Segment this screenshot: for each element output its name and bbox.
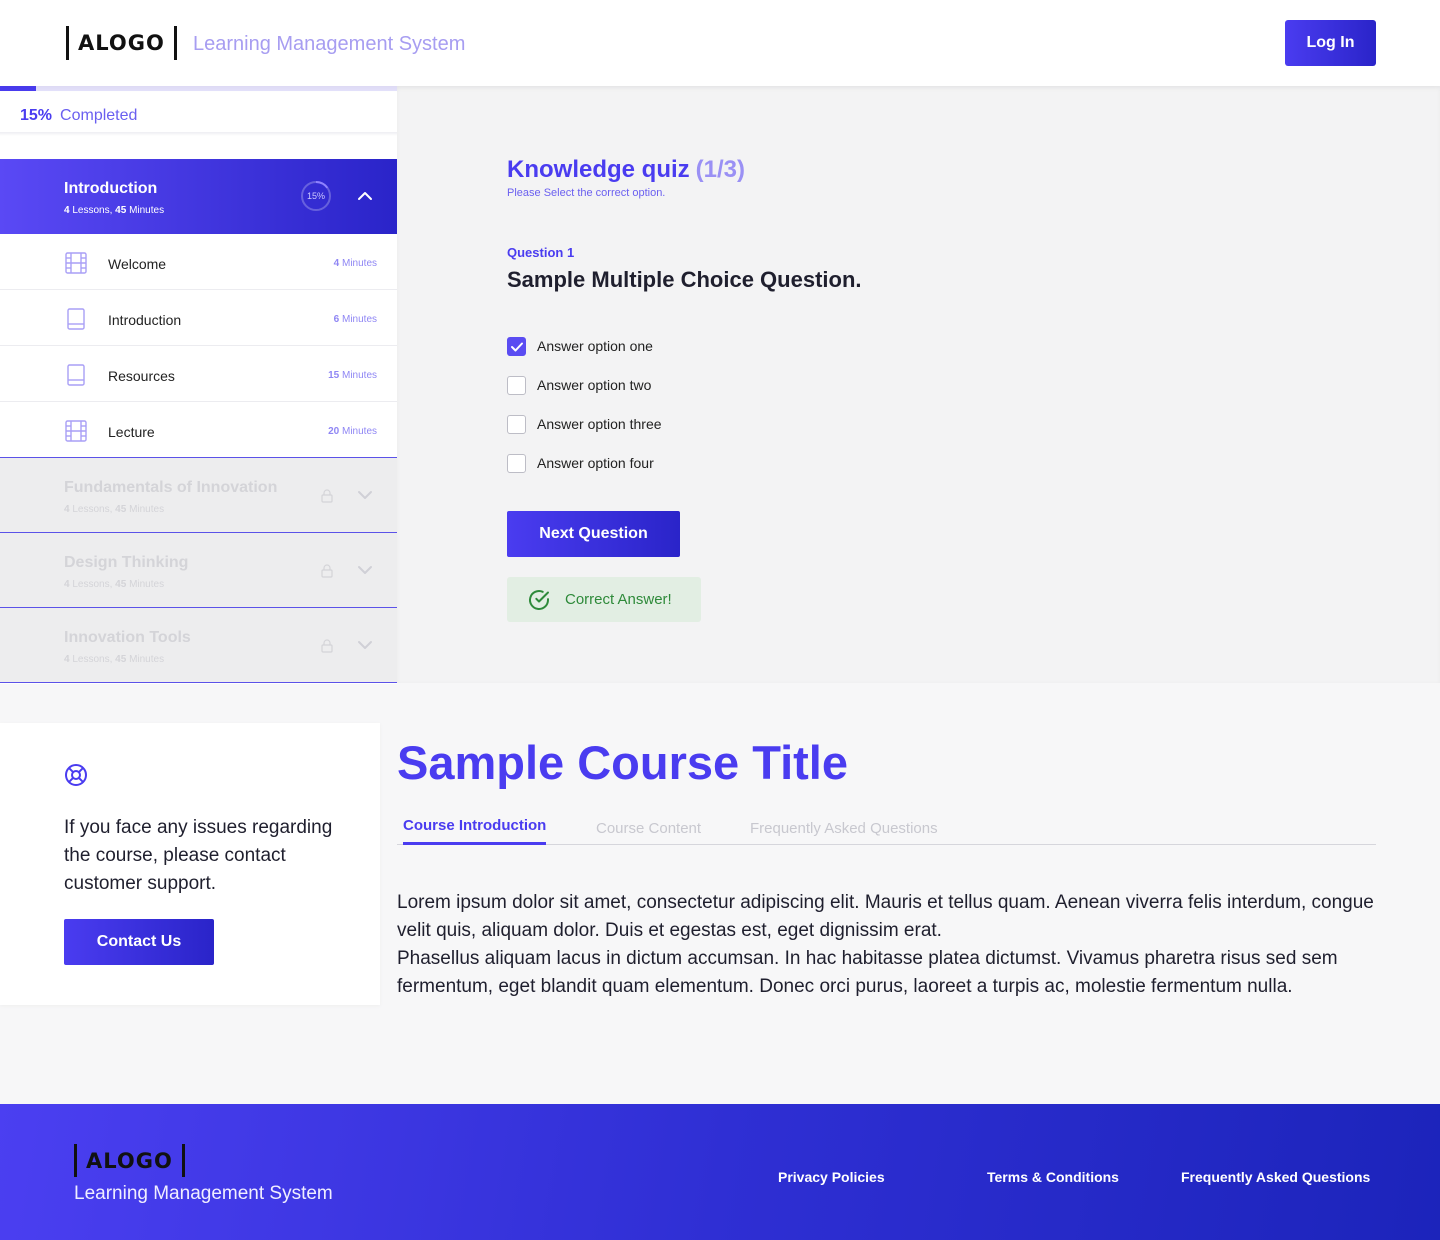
course-progress-fill	[0, 86, 36, 91]
lesson-item-lecture[interactable]: Lecture 20 Minutes	[0, 402, 397, 458]
feedback-text: Correct Answer!	[565, 591, 672, 608]
module-meta: 4 Lessons, 45 Minutes	[64, 504, 165, 515]
book-icon	[67, 364, 85, 386]
lesson-item-welcome[interactable]: Welcome 4 Minutes	[0, 234, 397, 290]
chevron-down-icon[interactable]	[356, 561, 374, 579]
tab-faq[interactable]: Frequently Asked Questions	[750, 820, 938, 837]
lesson-name: Lecture	[108, 424, 155, 440]
check-circle-icon	[529, 589, 549, 610]
lock-icon	[321, 489, 333, 503]
lesson-item-resources[interactable]: Resources 15 Minutes	[0, 346, 397, 402]
module-progress-ring: 15%	[300, 180, 332, 212]
chevron-down-icon[interactable]	[356, 486, 374, 504]
module-title: Introduction	[64, 180, 158, 197]
course-sidebar: 15% Completed Introduction 4 Lessons, 45 …	[0, 86, 397, 684]
answer-feedback: Correct Answer!	[507, 577, 701, 622]
lesson-name: Introduction	[108, 312, 182, 328]
answer-option-four[interactable]: Answer option four	[507, 453, 654, 473]
checkbox[interactable]	[507, 336, 526, 356]
support-message: If you face any issues regarding the cou…	[64, 817, 333, 894]
option-label: Answer option three	[537, 416, 662, 432]
checkbox[interactable]	[507, 453, 526, 473]
progress-divider	[0, 132, 397, 136]
course-description: Lorem ipsum dolor sit amet, consectetur …	[397, 889, 1387, 1001]
lifebuoy-icon	[65, 764, 87, 786]
module-meta: 4 Lessons, 45 Minutes	[64, 205, 165, 216]
course-title: Sample Course Title	[397, 736, 848, 789]
footer-link-terms[interactable]: Terms & Conditions	[987, 1169, 1119, 1185]
quiz-title: Knowledge quiz (1/3)	[507, 156, 745, 184]
quiz-instruction: Please Select the correct option.	[507, 187, 666, 199]
option-label: Answer option two	[537, 377, 652, 393]
lock-icon	[321, 564, 333, 578]
course-description-paragraph: Lorem ipsum dolor sit amet, consectetur …	[397, 892, 1374, 941]
course-tabs: Course Introduction Course Content Frequ…	[397, 815, 1376, 845]
header-subtitle: Learning Management System	[193, 33, 466, 55]
lesson-item-introduction[interactable]: Introduction 6 Minutes	[0, 290, 397, 346]
answer-option-one[interactable]: Answer option one	[507, 336, 653, 356]
module-fundamentals-of-innovation[interactable]: Fundamentals of Innovation 4 Lessons, 45…	[0, 457, 397, 532]
footer-link-privacy[interactable]: Privacy Policies	[778, 1169, 885, 1185]
top-header: ALOGO Learning Management System Log In	[0, 0, 1440, 86]
footer-link-faq[interactable]: Frequently Asked Questions	[1181, 1169, 1370, 1185]
footer-subtitle: Learning Management System	[74, 1183, 333, 1204]
check-icon	[511, 342, 523, 351]
module-title: Fundamentals of Innovation	[64, 479, 278, 496]
login-button[interactable]: Log In	[1285, 20, 1376, 66]
option-label: Answer option four	[537, 455, 654, 471]
chevron-up-icon[interactable]	[356, 187, 374, 205]
next-question-button[interactable]: Next Question	[507, 511, 680, 557]
checkbox[interactable]	[507, 414, 526, 434]
logo-text: ALOGO	[78, 31, 165, 55]
module-progress-label: 15%	[306, 191, 325, 201]
sidebar-divider	[0, 682, 397, 683]
question-text: Sample Multiple Choice Question.	[507, 267, 862, 292]
progress-label: Completed	[60, 107, 138, 124]
footer-logo[interactable]: ALOGO	[74, 1144, 185, 1177]
quiz-counter: (1/3)	[695, 156, 746, 183]
logo-bar-right	[173, 26, 177, 60]
quiz-title-text: Knowledge quiz	[507, 156, 690, 183]
module-design-thinking[interactable]: Design Thinking 4 Lessons, 45 Minutes	[0, 532, 397, 607]
quiz-panel: Knowledge quiz (1/3) Please Select the co…	[397, 86, 1440, 683]
support-card: If you face any issues regarding the cou…	[0, 723, 380, 1005]
answer-option-three[interactable]: Answer option three	[507, 414, 662, 434]
lesson-name: Resources	[108, 368, 175, 384]
module-meta: 4 Lessons, 45 Minutes	[64, 654, 165, 665]
book-icon	[67, 308, 85, 330]
lesson-duration: 4 Minutes	[333, 258, 377, 269]
footer-logo-text: ALOGO	[86, 1148, 173, 1173]
module-title: Design Thinking	[64, 554, 189, 571]
module-introduction[interactable]: Introduction 4 Lessons, 45 Minutes 15%	[0, 159, 397, 234]
module-innovation-tools[interactable]: Innovation Tools 4 Lessons, 45 Minutes	[0, 607, 397, 682]
footer: ALOGO Learning Management System Privacy…	[0, 1104, 1440, 1240]
option-label: Answer option one	[537, 338, 653, 354]
progress-status: 15% Completed	[20, 107, 137, 125]
lock-icon	[321, 639, 333, 653]
tab-course-introduction[interactable]: Course Introduction	[403, 817, 547, 845]
course-description-paragraph: Phasellus aliquam lacus in dictum accums…	[397, 948, 1338, 997]
module-title: Innovation Tools	[64, 629, 191, 646]
logo[interactable]: ALOGO	[66, 26, 177, 60]
lesson-duration: 20 Minutes	[328, 426, 377, 437]
course-progress-bar	[0, 86, 397, 91]
checkbox[interactable]	[507, 375, 526, 395]
logo-bar-right	[181, 1144, 185, 1177]
film-icon	[65, 252, 87, 274]
answer-option-two[interactable]: Answer option two	[507, 375, 651, 395]
tab-course-content[interactable]: Course Content	[596, 820, 701, 837]
chevron-down-icon[interactable]	[356, 636, 374, 654]
progress-percent: 15%	[20, 107, 53, 124]
question-label: Question 1	[507, 245, 575, 260]
contact-us-button[interactable]: Contact Us	[64, 919, 214, 965]
lesson-name: Welcome	[108, 256, 167, 272]
module-meta: 4 Lessons, 45 Minutes	[64, 579, 165, 590]
lesson-duration: 15 Minutes	[328, 370, 377, 381]
lesson-duration: 6 Minutes	[333, 314, 377, 325]
film-icon	[65, 420, 87, 442]
